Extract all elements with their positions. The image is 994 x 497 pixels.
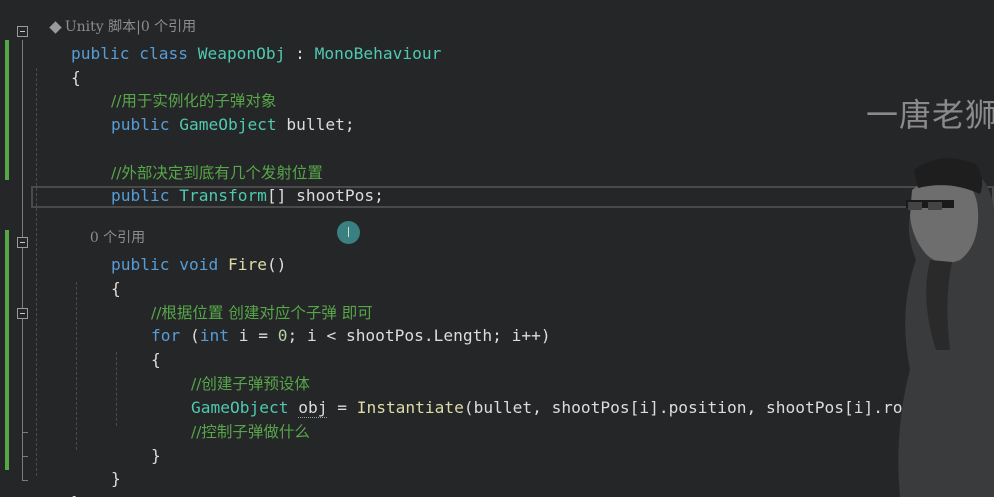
type-name: GameObject bbox=[179, 115, 277, 134]
change-indicator-bar bbox=[5, 40, 9, 180]
mouse-cursor-indicator bbox=[337, 221, 360, 244]
field-name: [] shootPos; bbox=[266, 186, 384, 205]
brace: } bbox=[110, 469, 121, 488]
change-indicator-bar bbox=[5, 230, 9, 470]
collapse-loop-toggle[interactable] bbox=[17, 308, 28, 319]
fold-end-marker bbox=[22, 456, 28, 457]
parens: () bbox=[266, 255, 287, 274]
keyword: class bbox=[139, 44, 188, 63]
fold-end-marker bbox=[22, 480, 28, 481]
number-literal: 0 bbox=[277, 326, 288, 345]
colon: : bbox=[285, 44, 315, 63]
code-line-comment[interactable]: //创建子弹预设体 bbox=[152, 349, 310, 393]
keyword: public bbox=[110, 115, 170, 134]
type-name: Transform bbox=[179, 186, 267, 205]
class-name: WeaponObj bbox=[197, 44, 286, 63]
keyword: int bbox=[199, 326, 229, 345]
class-codelens[interactable]: Unity 脚本|0 个引用 bbox=[32, 0, 196, 35]
code-line-open-brace[interactable]: { bbox=[32, 43, 81, 87]
comment: //控制子弹做什么 bbox=[190, 423, 310, 441]
watermark-text: 一唐老狮 bbox=[866, 96, 994, 134]
code-line-open-brace[interactable]: { bbox=[72, 254, 121, 298]
collapse-method-toggle[interactable] bbox=[17, 237, 28, 248]
loop-var: i = bbox=[228, 326, 278, 345]
code-line-for-loop[interactable]: for (int i = 0; i < shootPos.Length; i++… bbox=[112, 301, 551, 345]
code-line-close-brace[interactable]: } bbox=[32, 468, 81, 497]
method-codelens[interactable]: 0 个引用 bbox=[72, 211, 145, 246]
code-line-fire-method[interactable]: public void Fire() bbox=[72, 230, 286, 274]
fold-end-marker bbox=[22, 432, 28, 433]
code-line-comment[interactable]: //外部决定到底有几个发射位置 bbox=[72, 138, 323, 182]
loop-condition: ; i < shootPos.Length; i++) bbox=[287, 326, 551, 345]
keyword: public bbox=[110, 186, 170, 205]
code-line-shootpos-field[interactable]: public Transform[] shootPos; bbox=[72, 161, 384, 205]
code-editor[interactable]: Unity 脚本|0 个引用 public class WeaponObj : … bbox=[0, 0, 994, 497]
code-line-class-declaration[interactable]: public class WeaponObj : MonoBehaviour bbox=[32, 19, 441, 63]
keyword: void bbox=[179, 255, 219, 274]
code-line-instantiate[interactable]: GameObject obj = Instantiate(bullet, sho… bbox=[152, 373, 980, 418]
base-class: MonoBehaviour bbox=[314, 44, 442, 63]
code-line-bullet-field[interactable]: public GameObject bullet; bbox=[72, 90, 355, 134]
code-line-close-brace[interactable]: } bbox=[112, 421, 161, 465]
brace: } bbox=[71, 493, 81, 497]
code-line-comment[interactable]: //控制子弹做什么 bbox=[152, 397, 310, 441]
fold-line bbox=[22, 40, 23, 480]
method-name: Fire bbox=[227, 255, 267, 274]
code-line-comment[interactable]: //用于实例化的子弹对象 bbox=[72, 66, 276, 110]
operator: = bbox=[327, 398, 357, 417]
code-line-close-brace[interactable]: } bbox=[72, 444, 121, 488]
field-name: bullet; bbox=[276, 115, 355, 134]
code-line-comment[interactable]: //根据位置 创建对应个子弹 即可 bbox=[112, 278, 373, 322]
punctuation: ( bbox=[180, 326, 200, 345]
indent-guide bbox=[36, 68, 37, 476]
avatar-illustration bbox=[898, 158, 994, 497]
code-line-open-brace[interactable]: { bbox=[112, 325, 161, 369]
method-call: Instantiate bbox=[356, 398, 464, 417]
brace: } bbox=[150, 446, 161, 465]
collapse-class-toggle[interactable] bbox=[17, 26, 28, 37]
